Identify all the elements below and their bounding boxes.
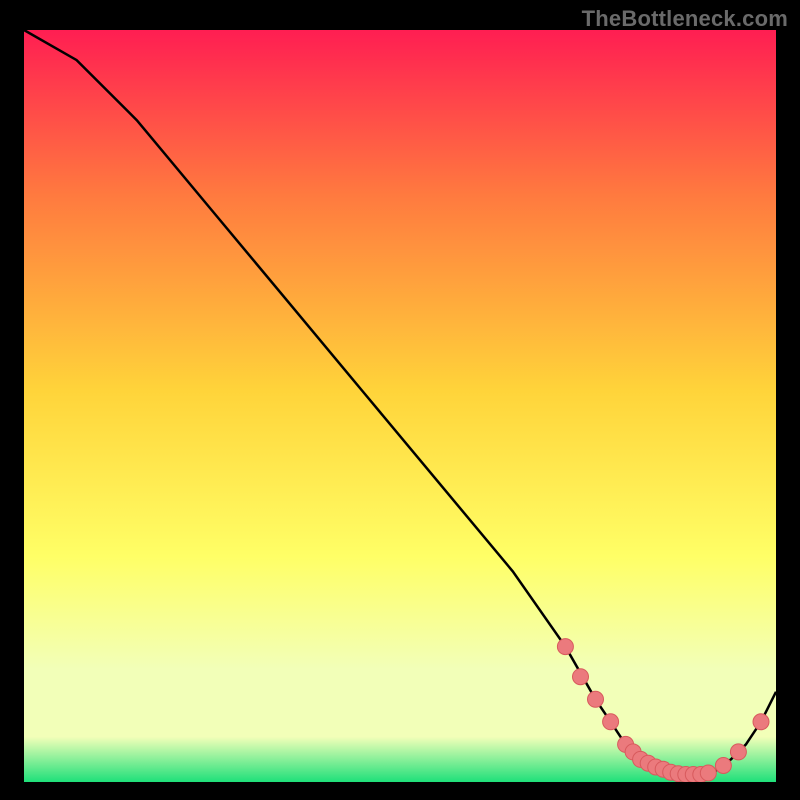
data-marker <box>557 639 573 655</box>
data-marker <box>603 714 619 730</box>
gradient-background <box>24 30 776 782</box>
data-marker <box>715 758 731 774</box>
plot-area <box>24 30 776 782</box>
bottleneck-chart <box>24 30 776 782</box>
watermark-text: TheBottleneck.com <box>582 6 788 32</box>
data-marker <box>730 744 746 760</box>
data-marker <box>573 669 589 685</box>
chart-frame: TheBottleneck.com <box>0 0 800 800</box>
data-marker <box>588 691 604 707</box>
data-marker <box>700 765 716 781</box>
data-marker <box>753 714 769 730</box>
